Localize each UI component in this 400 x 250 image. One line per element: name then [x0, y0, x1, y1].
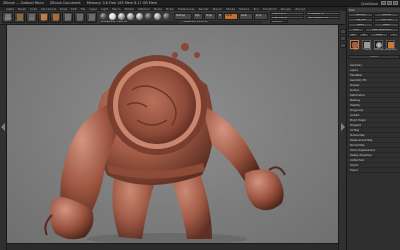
memory-status: Memory: 3.6 Free 163 Mem 8.17 GB Mem	[86, 1, 158, 5]
scale-button[interactable]: Scale	[74, 12, 85, 23]
maximize-icon[interactable]	[387, 1, 392, 5]
brush-sphere-icon[interactable]	[100, 13, 107, 20]
texture-sphere-icon[interactable]	[127, 13, 134, 20]
thumb-label: SimpleBrush	[386, 49, 398, 51]
rivet	[181, 43, 189, 51]
zsub-button[interactable]: Zsub	[239, 13, 253, 20]
zbrush-window: ZBrush — Subtool Menu ZBrush Document Me…	[0, 0, 400, 250]
subtool-header[interactable]: SubTool	[348, 55, 400, 59]
bottom-shelf	[7, 243, 338, 250]
stroke-sphere-icon[interactable]	[109, 13, 116, 20]
projection-master-button[interactable]: Projection Master	[2, 12, 13, 23]
rivet	[194, 52, 200, 58]
right-hand	[244, 169, 284, 211]
tool-button-label: Scale	[76, 20, 83, 22]
canvas-viewport[interactable]	[7, 25, 338, 243]
zcut-button[interactable]: Zcut	[254, 13, 268, 20]
clone-button[interactable]: Clone	[348, 28, 364, 32]
tool-button-label: Move	[64, 20, 71, 22]
collapse-right-icon[interactable]	[341, 123, 345, 131]
collapse-left-icon[interactable]	[1, 123, 5, 131]
mrgb-button[interactable]: Mrgb	[204, 13, 216, 20]
active-points: ActivePoints: 1.024 Mil	[100, 21, 180, 24]
gradient-sphere-icon[interactable]	[163, 13, 170, 20]
all-button[interactable]: All	[359, 33, 369, 37]
draw-size-slider[interactable]: Draw Size 64	[270, 16, 304, 19]
thumb-label: PM3D_Sphere	[374, 49, 387, 51]
copy-tool-button[interactable]: Copy Tool	[348, 18, 373, 22]
focal-shift-slider[interactable]: Focal Shift 0	[270, 12, 304, 15]
brush-icon	[388, 42, 394, 48]
helmet-porthole	[118, 66, 196, 144]
palette-section[interactable]: Export	[348, 168, 400, 173]
tool-button-label: Projection Master	[3, 18, 13, 22]
tool-thumb[interactable]: Tool	[350, 40, 359, 51]
tool-palette: Tool Load Tool Save As Copy Tool Paste T…	[346, 7, 400, 250]
paste-tool-button[interactable]: Paste Tool	[374, 18, 399, 22]
make-polymesh-button[interactable]: Make PolyMesh3D	[365, 28, 399, 32]
model-icon	[352, 42, 358, 48]
total-points: TotalPoints: 6.291 Mil	[182, 21, 262, 24]
material-sphere-icon[interactable]	[136, 13, 143, 20]
move-button[interactable]: Move	[62, 12, 73, 23]
tool-button-label: Quick Sketch	[28, 18, 35, 22]
tool-thumb[interactable]: PM3D_Sphere	[374, 40, 387, 51]
cube-icon	[364, 42, 370, 48]
import-button[interactable]: Import	[348, 23, 373, 27]
dynamic-button[interactable]: Dynamic	[270, 20, 288, 23]
title-bar: ZBrush — Subtool Menu ZBrush Document Me…	[0, 0, 400, 7]
document-label: ZBrush Document	[49, 1, 81, 5]
z-intensity-slider[interactable]: Z Intensity 25	[306, 12, 340, 15]
m-button[interactable]: M	[217, 13, 223, 20]
visible-button[interactable]: Visible	[370, 33, 388, 37]
lightbox-button[interactable]: LightBox	[14, 12, 25, 23]
rgb-intensity-slider[interactable]: Rgb Intensity 100	[306, 16, 340, 19]
quick-sketch-button[interactable]: Quick Sketch	[26, 12, 37, 23]
left-shelf	[0, 25, 7, 250]
color-sphere-icon[interactable]	[145, 13, 152, 20]
load-tool-button[interactable]: Load Tool	[348, 13, 373, 17]
draw-button[interactable]: Draw	[50, 12, 61, 23]
window-controls	[381, 1, 398, 5]
palette-header[interactable]: Tool	[348, 8, 400, 12]
minimize-icon[interactable]	[381, 1, 386, 5]
goz-button[interactable]: GoZ	[348, 33, 358, 37]
r-button[interactable]: R	[389, 33, 399, 37]
tool-button-label: Rotate	[88, 20, 95, 22]
close-icon[interactable]	[393, 1, 398, 5]
export-button[interactable]: Export	[374, 23, 399, 27]
thumb-label: Tool	[353, 49, 358, 51]
thumb-label: Cube3D	[363, 49, 372, 51]
rgb-button[interactable]: Rgb	[193, 13, 203, 20]
tool-button-label: Edit	[41, 20, 46, 22]
edit-button[interactable]: Edit	[38, 12, 49, 23]
save-as-button[interactable]: Save As	[374, 13, 399, 17]
subtool-list: Geometry Layers FiberMesh Geometry HD Pr…	[348, 63, 400, 173]
sphere-icon	[376, 42, 382, 48]
alpha-sphere-icon[interactable]	[118, 13, 125, 20]
tool-thumb[interactable]: Cube3D	[362, 40, 372, 51]
zadd-button[interactable]: Zadd	[224, 13, 238, 20]
rivet	[172, 52, 178, 58]
tool-button-label: LightBox	[15, 20, 24, 22]
material-label[interactable]: MatCap	[174, 13, 192, 20]
tool-thumb[interactable]: SimpleBrush	[386, 40, 398, 51]
top-toolbar: Projection Master LightBox Quick Sketch …	[0, 11, 345, 25]
matcap-sphere-icon[interactable]	[154, 13, 161, 20]
window-title: ZBrush — Subtool Menu	[3, 1, 44, 5]
right-shelf	[338, 25, 346, 250]
rotate-button[interactable]: Rotate	[86, 12, 97, 23]
ground-shadow	[87, 233, 247, 243]
tool-button-label: Draw	[52, 20, 59, 22]
sculpt-model	[44, 43, 286, 243]
quicksave-button[interactable]: QuickSave	[361, 2, 378, 6]
